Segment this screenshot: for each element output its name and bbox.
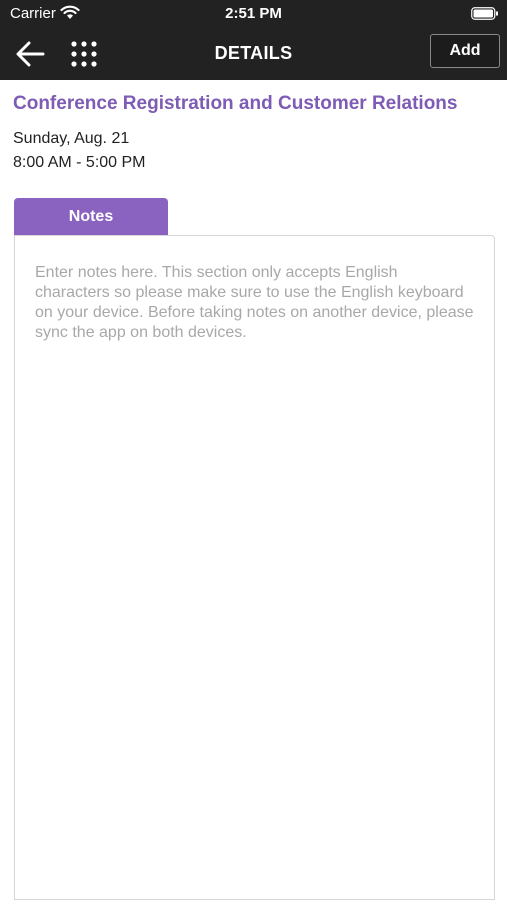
- event-time: 8:00 AM - 5:00 PM: [13, 154, 146, 171]
- status-bar: Carrier 2:51 PM: [0, 0, 507, 28]
- status-time: 2:51 PM: [225, 5, 282, 22]
- add-button[interactable]: Add: [430, 34, 500, 68]
- event-title: Conference Registration and Customer Rel…: [13, 93, 458, 114]
- nav-bar: DETAILS Add: [0, 28, 507, 80]
- battery-icon: [471, 7, 498, 20]
- tab-notes[interactable]: Notes: [14, 198, 168, 235]
- event-date: Sunday, Aug. 21: [13, 130, 130, 147]
- notes-input[interactable]: [15, 236, 494, 899]
- notes-panel: [14, 235, 495, 900]
